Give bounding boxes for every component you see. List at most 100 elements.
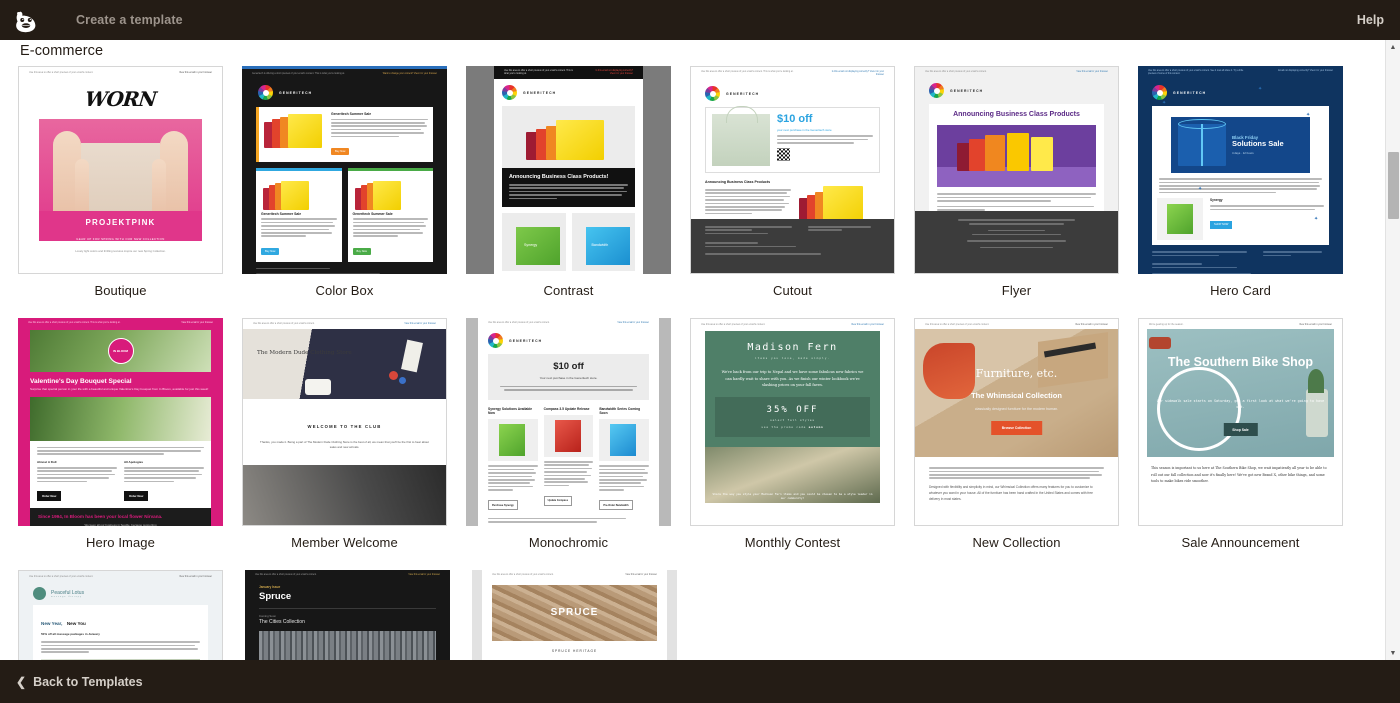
scroll-down-arrow-icon[interactable]: ▼	[1386, 646, 1400, 660]
hero-subhead: Surprise that special person in your lif…	[30, 387, 211, 392]
product-name: Synergy	[1210, 198, 1324, 202]
template-card-boutique[interactable]: Use this area to offer a short preview o…	[18, 66, 242, 298]
template-thumbnail[interactable]: Use this area to offer a short preview o…	[242, 318, 447, 526]
preheader: Use this area to offer a short preview o…	[915, 319, 1118, 329]
preheader: Use this area to offer a short preview o…	[243, 319, 446, 329]
preheader-right: Is this email not displaying correctly? …	[825, 71, 884, 77]
template-thumbnail[interactable]: Use this area to offer a short preview o…	[245, 570, 450, 666]
template-card-spruce-dark[interactable]: Use this area to offer a short preview o…	[245, 570, 472, 666]
mailchimp-logo-wrap[interactable]	[0, 5, 52, 35]
product-column: Synergy Solutions Available Now Purchase…	[488, 407, 538, 511]
preheader: Use this area to offer a short preview o…	[691, 67, 894, 80]
buy-now-button[interactable]: Buy Now	[353, 248, 371, 255]
product-label: Bandwidth	[592, 243, 609, 247]
preheader-left: Use this area to offer a short preview o…	[1148, 70, 1250, 76]
brand-header: Peaceful Lotus massage therapy	[19, 581, 222, 600]
template-thumbnail[interactable]: Use this area to offer a short preview o…	[690, 318, 895, 526]
scrollbar-thumb[interactable]	[1388, 152, 1399, 219]
template-thumbnail[interactable]: ✦ ✦ ✦ ✦ ✦ Use this area to offer a short…	[1138, 66, 1343, 274]
template-card-spruce-light[interactable]: Use this area to offer a short preview o…	[472, 570, 699, 666]
body-copy	[1157, 178, 1324, 193]
template-card-new-collection[interactable]: Use this area to offer a short preview o…	[914, 318, 1138, 550]
generitech-burst-icon	[488, 333, 503, 348]
template-thumbnail[interactable]: Use this area to offer a short preview o…	[914, 318, 1119, 526]
purchase-button[interactable]: Purchase Synergy	[488, 500, 518, 510]
template-thumbnail[interactable]: Generitech is offering a short preview o…	[242, 66, 447, 274]
template-thumbnail[interactable]: Use this area to offer a short preview o…	[472, 570, 677, 666]
template-card-color-box[interactable]: Generitech is offering a short preview o…	[242, 66, 466, 298]
template-card-hero-image[interactable]: Use this area to offer a short preview o…	[18, 318, 242, 550]
template-thumbnail[interactable]: Use this area to offer a short preview o…	[466, 66, 671, 274]
template-card-peaceful-lotus[interactable]: Use this area to offer a short preview o…	[18, 570, 245, 666]
collection-headline: The Cities Collection	[245, 619, 450, 625]
template-thumbnail[interactable]: Use this area to offer a short preview o…	[914, 66, 1119, 274]
browse-collection-button[interactable]: Browse Collection	[991, 421, 1043, 435]
scroll-up-arrow-icon[interactable]: ▲	[1386, 40, 1400, 54]
template-thumbnail[interactable]: Use this area to offer a short preview o…	[18, 318, 223, 526]
template-thumbnail[interactable]: We're gearing up for the season. View th…	[1138, 318, 1343, 526]
preheader-left: Use this area to offer a short preview o…	[28, 322, 130, 325]
template-thumbnail[interactable]: Use this area to offer a short preview o…	[466, 318, 671, 526]
mailchimp-monkey-logo	[11, 5, 41, 35]
hero-caption: Announcing Business Class Products!	[502, 168, 635, 207]
offer-subhead: select fall styles	[719, 418, 866, 422]
preheader: Use this area to offer a short preview o…	[245, 570, 450, 580]
product-image	[599, 419, 649, 461]
template-card-monthly-contest[interactable]: Use this area to offer a short preview o…	[690, 318, 914, 550]
hero-image: IN BLOOM	[30, 330, 211, 372]
template-thumbnail[interactable]: Use this area to offer a short preview o…	[690, 66, 895, 274]
headline: SPRUCE HERITAGE	[482, 649, 667, 653]
email-footer	[915, 211, 1118, 273]
headline: Announcing Business Class Products	[937, 111, 1096, 119]
template-card-monochromic[interactable]: Use this area to offer a short preview o…	[466, 318, 690, 550]
preheader-right: View this email in your browser	[154, 322, 213, 325]
preheader-left: Use this area to offer a short preview o…	[925, 323, 1026, 326]
generitech-burst-icon	[502, 85, 517, 100]
buy-now-button[interactable]: Buy Now	[261, 248, 279, 255]
brand-name: SPRUCE	[492, 607, 657, 618]
preheader-right: View this email in your browser	[381, 574, 440, 577]
template-label: Member Welcome	[242, 535, 447, 550]
footer-image: Share the way you style your Madison Fer…	[705, 447, 880, 503]
order-now-button[interactable]: Order Now	[124, 491, 148, 501]
body-copy: This season is important to us here at T…	[1139, 457, 1342, 492]
template-card-cutout[interactable]: Use this area to offer a short preview o…	[690, 66, 914, 298]
product-image	[1157, 198, 1203, 240]
help-link[interactable]: Help	[1357, 13, 1384, 27]
sale-dates: 4 days · 12 hours	[1232, 151, 1303, 155]
template-row: Use this area to offer a short preview o…	[0, 66, 1362, 298]
buy-now-button[interactable]: Buy Now	[331, 148, 349, 155]
email-preview-peaceful-lotus: Use this area to offer a short preview o…	[19, 571, 222, 666]
template-card-member-welcome[interactable]: Use this area to offer a short preview o…	[242, 318, 466, 550]
template-label: Flyer	[914, 283, 1119, 298]
category-heading: E-commerce	[20, 43, 103, 59]
template-card-flyer[interactable]: Use this area to offer a short preview o…	[914, 66, 1138, 298]
vertical-scrollbar[interactable]: ▲ ▼	[1385, 40, 1400, 660]
template-card-contrast[interactable]: Use this area to offer a short preview o…	[466, 66, 690, 298]
hero-subhead: GEAR UP FOR SPRING WITH OUR NEW COLLECTI…	[76, 237, 164, 241]
shop-now-button[interactable]: SHOP NOW	[1210, 221, 1232, 229]
template-card-sale-announcement[interactable]: We're gearing up for the season. View th…	[1138, 318, 1362, 550]
card-title: Generitech Summer Sale	[331, 112, 428, 116]
preheader: We're gearing up for the season. View th…	[1139, 319, 1342, 329]
secondary-image	[243, 465, 446, 526]
template-thumbnail[interactable]: Use this area to offer a short preview o…	[18, 570, 223, 666]
back-to-templates-button[interactable]: ❮ Back to Templates	[16, 675, 143, 689]
preheader-left: Use this area to offer a short preview o…	[492, 574, 583, 577]
template-card-hero-card[interactable]: ✦ ✦ ✦ ✦ ✦ Use this area to offer a short…	[1138, 66, 1362, 298]
hero-headline: Solutions Sale	[1232, 140, 1303, 149]
preorder-button[interactable]: Pre-Order Bandwidth	[599, 500, 632, 510]
email-preview-flyer: Use this area to offer a short preview o…	[915, 67, 1118, 273]
template-thumbnail[interactable]: Use this area to offer a short preview o…	[18, 66, 223, 274]
preheader-right: View this email in your browser	[1273, 323, 1332, 326]
preheader: Use this area to offer a short preview o…	[478, 318, 659, 328]
preheader-right: View this email in your browser	[1049, 71, 1108, 74]
template-label: Sale Announcement	[1138, 535, 1343, 550]
update-button[interactable]: Update Compass	[544, 496, 572, 506]
promo-code: autumn	[809, 425, 824, 429]
footer-subtext: We keep all our business in Seattle, bec…	[38, 523, 203, 526]
order-now-button[interactable]: Order Now	[37, 491, 61, 501]
email-body: Use this area to offer a short preview o…	[494, 66, 643, 274]
shop-sale-button[interactable]: Shop Sale	[1223, 423, 1257, 436]
gift-box-graphic	[1178, 124, 1226, 166]
